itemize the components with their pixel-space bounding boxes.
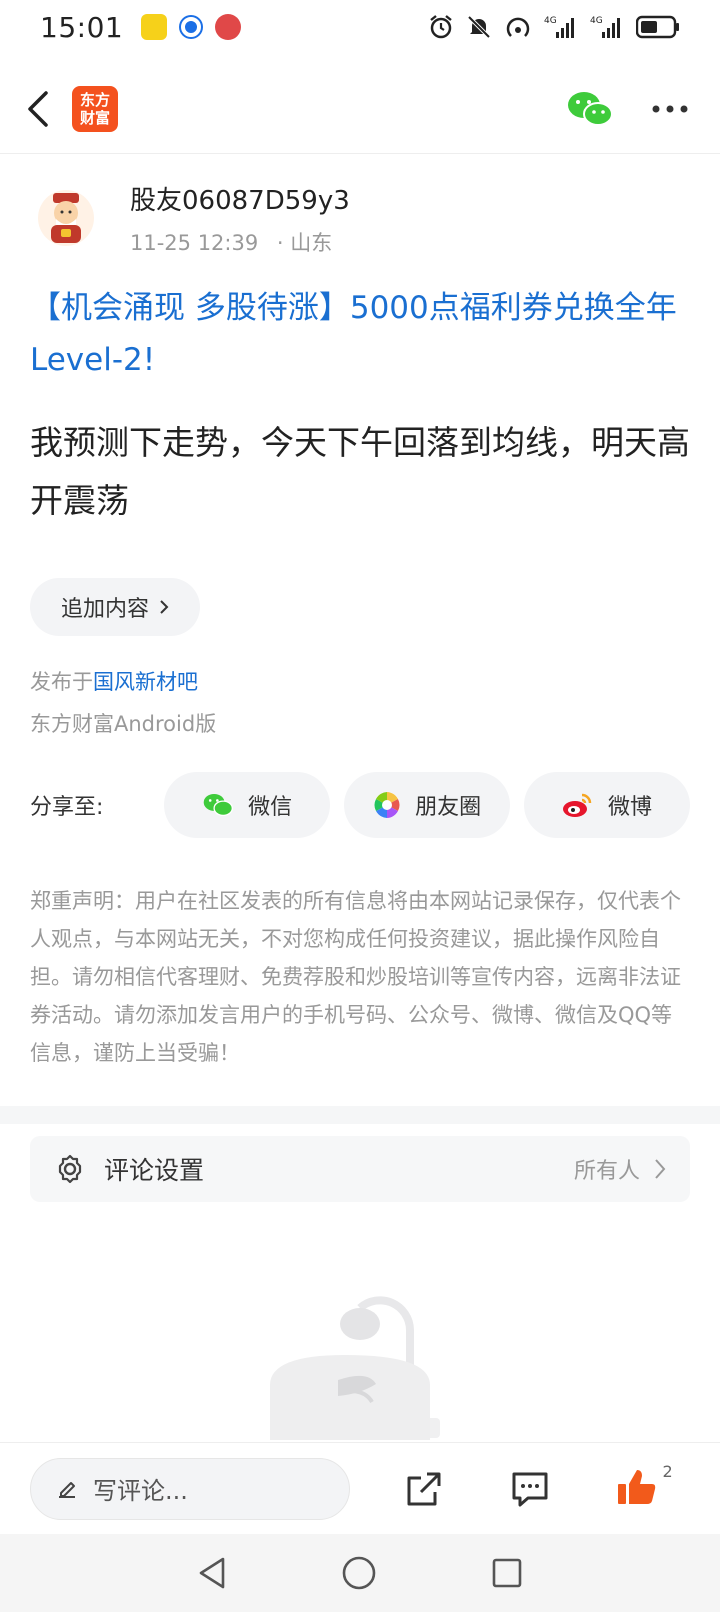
chevron-right-icon: [160, 600, 169, 614]
app-notification-icon: [181, 17, 202, 37]
share-icon[interactable]: [405, 1470, 443, 1508]
post-author: 股友06087D59y3 11-25 12:39 · 山东: [38, 178, 690, 258]
status-time: 15:01: [40, 10, 124, 44]
comment-placeholder: 写评论...: [93, 1477, 188, 1505]
comment-settings-row[interactable]: 评论设置 所有人: [30, 1136, 690, 1202]
wechat-icon: [203, 793, 234, 817]
share-weibo-button[interactable]: 微博: [524, 772, 690, 838]
post-title-link[interactable]: 【机会涌现 多股待涨】5000点福利券兑换全年Level-2!: [30, 282, 690, 386]
comment-settings-label: 评论设置: [104, 1156, 205, 1185]
top-nav: 东方 财富: [0, 64, 720, 154]
comment-input[interactable]: 写评论...: [30, 1457, 350, 1520]
post-body: 我预测下走势，今天下午回落到均线，明天高开震荡: [30, 423, 690, 520]
notification-icons: [141, 14, 242, 40]
like-button[interactable]: 2: [617, 1462, 673, 1510]
post-timestamp: 11-25 12:39: [130, 230, 259, 255]
append-content-label: 追加内容: [60, 597, 149, 622]
avatar[interactable]: [38, 190, 94, 246]
wechat-share-icon[interactable]: [566, 89, 614, 129]
section-divider: [0, 1106, 720, 1124]
app-logo[interactable]: 东方 财富: [72, 85, 118, 132]
publish-info: 发布于国风新材吧: [30, 666, 198, 696]
client-info: 东方财富Android版: [30, 712, 217, 736]
svg-text:4G: 4G: [590, 16, 603, 26]
weibo-icon: [563, 793, 592, 817]
chevron-right-icon: [655, 1159, 666, 1179]
comment-settings-value: 所有人: [573, 1159, 640, 1184]
bar-link[interactable]: 国风新材吧: [93, 670, 198, 694]
back-button[interactable]: [18, 79, 58, 139]
author-name[interactable]: 股友06087D59y3: [130, 180, 350, 217]
share-moments-label: 朋友圈: [415, 795, 482, 820]
status-bar: 15:01 4G 4G: [0, 0, 720, 54]
signal-icon: 4G: [544, 16, 574, 38]
bottom-action-bar: 写评论... 2: [0, 1442, 720, 1534]
back-arrow-icon: [28, 90, 48, 127]
hotspot-icon: [506, 17, 530, 37]
signal-icon: 4G: [590, 16, 620, 38]
publish-prefix: 发布于: [30, 670, 93, 694]
share-moments-button[interactable]: 朋友圈: [344, 772, 511, 838]
gear-icon: [58, 1154, 82, 1184]
post-location: · 山东: [276, 230, 333, 255]
mute-icon: [467, 15, 491, 39]
post-meta: 11-25 12:39 · 山东: [130, 227, 350, 257]
logo-line: 东方: [79, 90, 110, 109]
svg-text:4G: 4G: [544, 16, 557, 26]
share-label: 分享至:: [30, 795, 104, 820]
nav-recents-icon[interactable]: [491, 1557, 523, 1589]
avatar-icon: [51, 193, 81, 243]
like-count: 2: [662, 1461, 673, 1481]
system-navigation-bar: [0, 1534, 720, 1612]
more-icon[interactable]: [652, 104, 688, 114]
battery-icon: [636, 15, 679, 39]
share-weibo-label: 微博: [608, 795, 653, 820]
nav-home-icon[interactable]: [341, 1555, 377, 1591]
nav-back-icon[interactable]: [197, 1556, 227, 1590]
app-notification-icon: [215, 14, 242, 40]
app-notification-icon: [141, 14, 168, 40]
share-wechat-button[interactable]: 微信: [164, 772, 331, 838]
empty-comments-illustration: [270, 1296, 440, 1440]
append-content-button[interactable]: 追加内容: [30, 578, 200, 636]
disclaimer: 郑重声明：用户在社区发表的所有信息将由本网站记录保存，仅代表个人观点，与本网站无…: [30, 889, 681, 1065]
system-status-icons: 4G 4G: [428, 14, 680, 40]
comment-icon[interactable]: [510, 1470, 550, 1508]
moments-icon: [374, 792, 401, 818]
logo-line: 财富: [79, 108, 110, 127]
alarm-icon: [430, 15, 452, 39]
pencil-icon: [59, 1481, 75, 1498]
share-row: 分享至: 微信 朋友圈 微博: [30, 772, 690, 838]
share-wechat-label: 微信: [248, 795, 293, 820]
thumbs-up-icon: [617, 1469, 655, 1504]
